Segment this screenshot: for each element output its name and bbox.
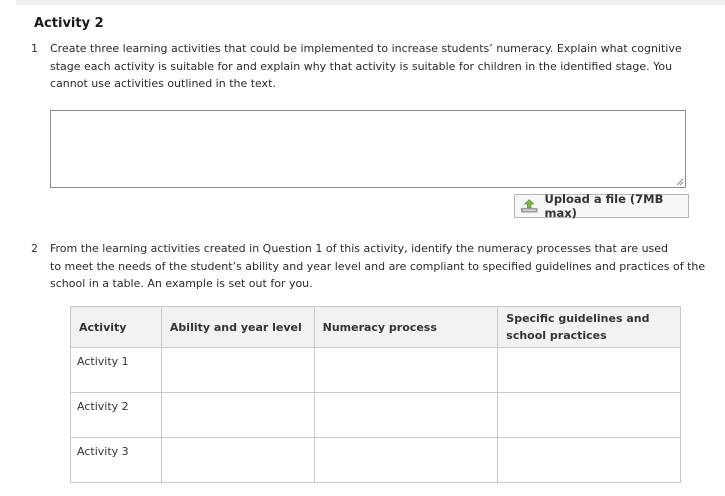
- question-2-line: From the learning activities created in …: [50, 242, 669, 255]
- question-2-line: to meet the needs of the student’s abili…: [50, 259, 706, 273]
- table-cell: Activity 3: [70, 437, 162, 483]
- column-header-ability-year-level: Ability and year level: [160, 306, 315, 348]
- question-1-line: stage each activity is suitable for and …: [50, 59, 673, 73]
- question-2-number: 2: [31, 242, 38, 255]
- top-divider: [16, 0, 725, 5]
- table-cell: [497, 347, 681, 393]
- table-cell: [313, 437, 499, 483]
- table-cell: [313, 392, 499, 438]
- example-table: Activity Ability and year level Numeracy…: [70, 306, 681, 483]
- table-cell: [160, 347, 315, 393]
- table-cell: [497, 437, 681, 483]
- column-header-guidelines-practices: Specific guidelines and school practices: [497, 306, 681, 348]
- upload-file-label: Upload a file (7MB max): [544, 192, 664, 220]
- question-1-line: Create three learning activities that co…: [50, 42, 682, 55]
- question-2-text: From the learning activities created in …: [50, 240, 705, 293]
- table-cell: [497, 392, 681, 438]
- table-header-row: Activity Ability and year level Numeracy…: [70, 306, 681, 348]
- question-1-number: 1: [31, 42, 38, 55]
- table-cell: [313, 347, 499, 393]
- resize-handle-icon[interactable]: [676, 178, 684, 186]
- table-cell: [160, 437, 315, 483]
- table-cell: Activity 2: [70, 392, 162, 438]
- answer-textarea[interactable]: [50, 110, 686, 188]
- table-row: Activity 1: [70, 347, 681, 393]
- table-cell: Activity 1: [70, 347, 162, 393]
- column-header-activity: Activity: [70, 306, 162, 348]
- upload-file-button[interactable]: Upload a file (7MB max): [514, 192, 689, 220]
- activity-title: Activity 2: [34, 16, 104, 31]
- table-row: Activity 2: [70, 392, 681, 438]
- upload-icon: [520, 199, 538, 213]
- question-2-line: school in a table. An example is set out…: [50, 277, 313, 290]
- table-cell: [160, 392, 315, 438]
- question-1-text: Create three learning activities that co…: [50, 40, 682, 93]
- table-row: Activity 3: [70, 437, 681, 483]
- question-1-line: cannot use activities outlined in the te…: [50, 77, 276, 90]
- column-header-numeracy-process: Numeracy process: [313, 306, 499, 348]
